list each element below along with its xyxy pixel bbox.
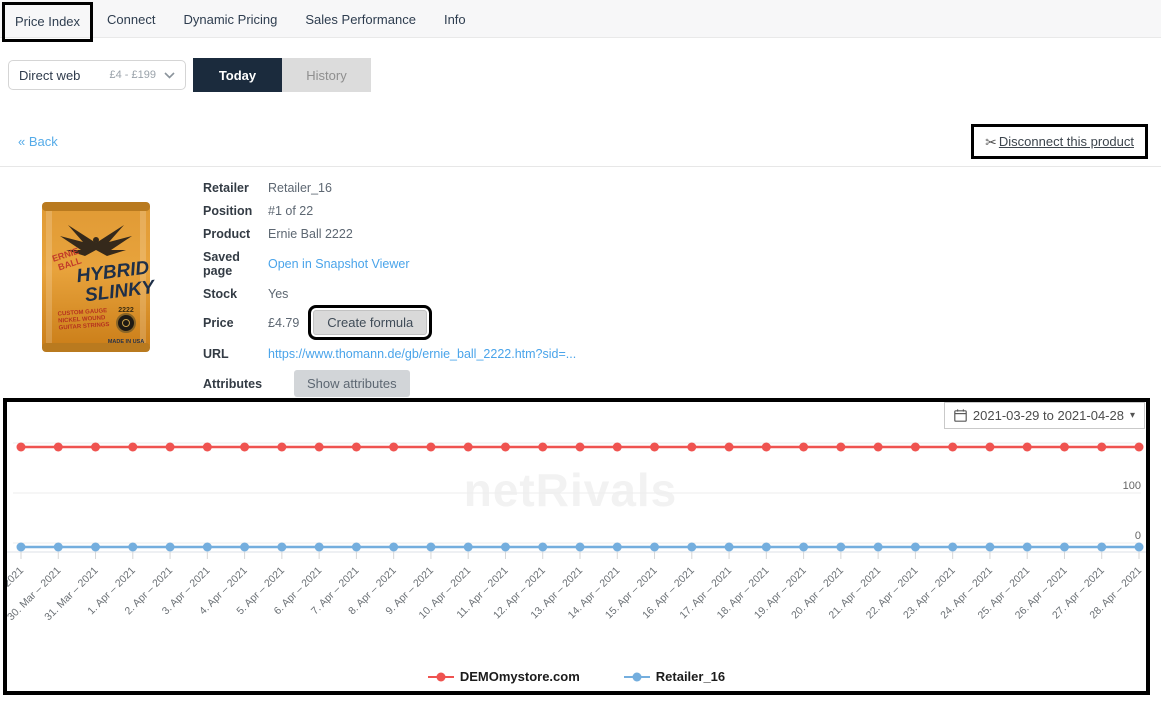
product-info: Retailer Retailer_16 Position #1 of 22 P… — [203, 181, 823, 406]
legend-label-demomystore: DEMOmystore.com — [460, 669, 580, 684]
stock-value: Yes — [268, 287, 288, 301]
back-link[interactable]: « Back — [18, 134, 58, 149]
create-formula-button[interactable]: Create formula — [313, 310, 427, 335]
product-image: ERNIE BALL HYBRID SLINKY CUSTOM GAUGE NI… — [36, 196, 156, 364]
caret-down-icon: ▾ — [1130, 410, 1135, 421]
product-name-value: Ernie Ball 2222 — [268, 227, 353, 241]
tab-history[interactable]: History — [282, 58, 371, 92]
calendar-icon — [954, 409, 967, 422]
svg-text:100: 100 — [1123, 480, 1141, 492]
tab-today[interactable]: Today — [193, 58, 282, 92]
info-row-price: Price £4.79 Create formula — [203, 310, 823, 335]
disconnect-product-link[interactable]: Disconnect this product — [999, 134, 1134, 149]
product-url-link[interactable]: https://www.thomann.de/gb/ernie_ball_222… — [268, 347, 576, 361]
chart-legend: DEMOmystore.com Retailer_16 — [7, 669, 1146, 684]
svg-text:0: 0 — [1135, 530, 1141, 542]
info-row-stock: Stock Yes — [203, 287, 823, 301]
scissors-icon: ✂ — [985, 135, 997, 149]
info-row-attributes: Attributes Show attributes — [203, 370, 823, 397]
svg-text:netRivals: netRivals — [464, 464, 678, 516]
position-label: Position — [203, 204, 268, 218]
nav-item-info[interactable]: Info — [430, 0, 480, 27]
legend-marker-red — [428, 672, 454, 682]
url-label: URL — [203, 347, 268, 361]
stock-label: Stock — [203, 287, 268, 301]
info-row-url: URL https://www.thomann.de/gb/ernie_ball… — [203, 347, 823, 361]
origin-text: MADE IN USA — [108, 339, 144, 345]
legend-item-demomystore[interactable]: DEMOmystore.com — [428, 669, 580, 684]
product-label: Product — [203, 227, 268, 241]
section-divider — [0, 166, 1161, 167]
annotation-box-price-index: Price Index — [2, 2, 93, 42]
view-tabs: Today History — [193, 58, 371, 92]
info-row-position: Position #1 of 22 — [203, 204, 823, 218]
date-range-label: 2021-03-29 to 2021-04-28 — [973, 408, 1124, 423]
snapshot-viewer-link[interactable]: Open in Snapshot Viewer — [268, 257, 410, 271]
site-select-dropdown[interactable]: Direct web £4 - £199 — [8, 60, 186, 90]
price-index-line-chart: netRivals010029. Mar – 202130. Mar – 202… — [7, 402, 1146, 662]
annotation-box-disconnect: ✂ Disconnect this product — [971, 124, 1148, 159]
legend-marker-blue — [624, 672, 650, 682]
nav-item-price-index[interactable]: Price Index — [15, 14, 80, 29]
nav-item-dynamic-pricing[interactable]: Dynamic Pricing — [169, 0, 291, 27]
legend-label-retailer16: Retailer_16 — [656, 669, 725, 684]
chevron-down-icon — [164, 72, 175, 79]
info-row-product: Product Ernie Ball 2222 — [203, 227, 823, 241]
legend-item-retailer16[interactable]: Retailer_16 — [624, 669, 725, 684]
nav-item-sales-performance[interactable]: Sales Performance — [291, 0, 430, 27]
price-value: £4.79 — [268, 316, 299, 330]
retailer-value: Retailer_16 — [268, 181, 332, 195]
position-value: #1 of 22 — [268, 204, 313, 218]
info-row-retailer: Retailer Retailer_16 — [203, 181, 823, 195]
price-label: Price — [203, 316, 268, 330]
top-nav: Price Index Connect Dynamic Pricing Sale… — [0, 0, 1161, 38]
show-attributes-button[interactable]: Show attributes — [294, 370, 410, 397]
date-range-selector[interactable]: 2021-03-29 to 2021-04-28 ▾ — [944, 402, 1145, 429]
info-row-saved-page: Saved page Open in Snapshot Viewer — [203, 250, 823, 278]
saved-page-label: Saved page — [203, 250, 268, 278]
site-select-value: Direct web — [19, 68, 110, 83]
site-select-price-range: £4 - £199 — [110, 69, 156, 81]
nav-item-connect[interactable]: Connect — [93, 0, 169, 27]
retailer-label: Retailer — [203, 181, 268, 195]
model-number: 2222 — [118, 307, 134, 314]
attributes-label: Attributes — [203, 377, 268, 391]
price-history-chart-panel: 2021-03-29 to 2021-04-28 ▾ netRivals 0 100… — [3, 398, 1150, 695]
